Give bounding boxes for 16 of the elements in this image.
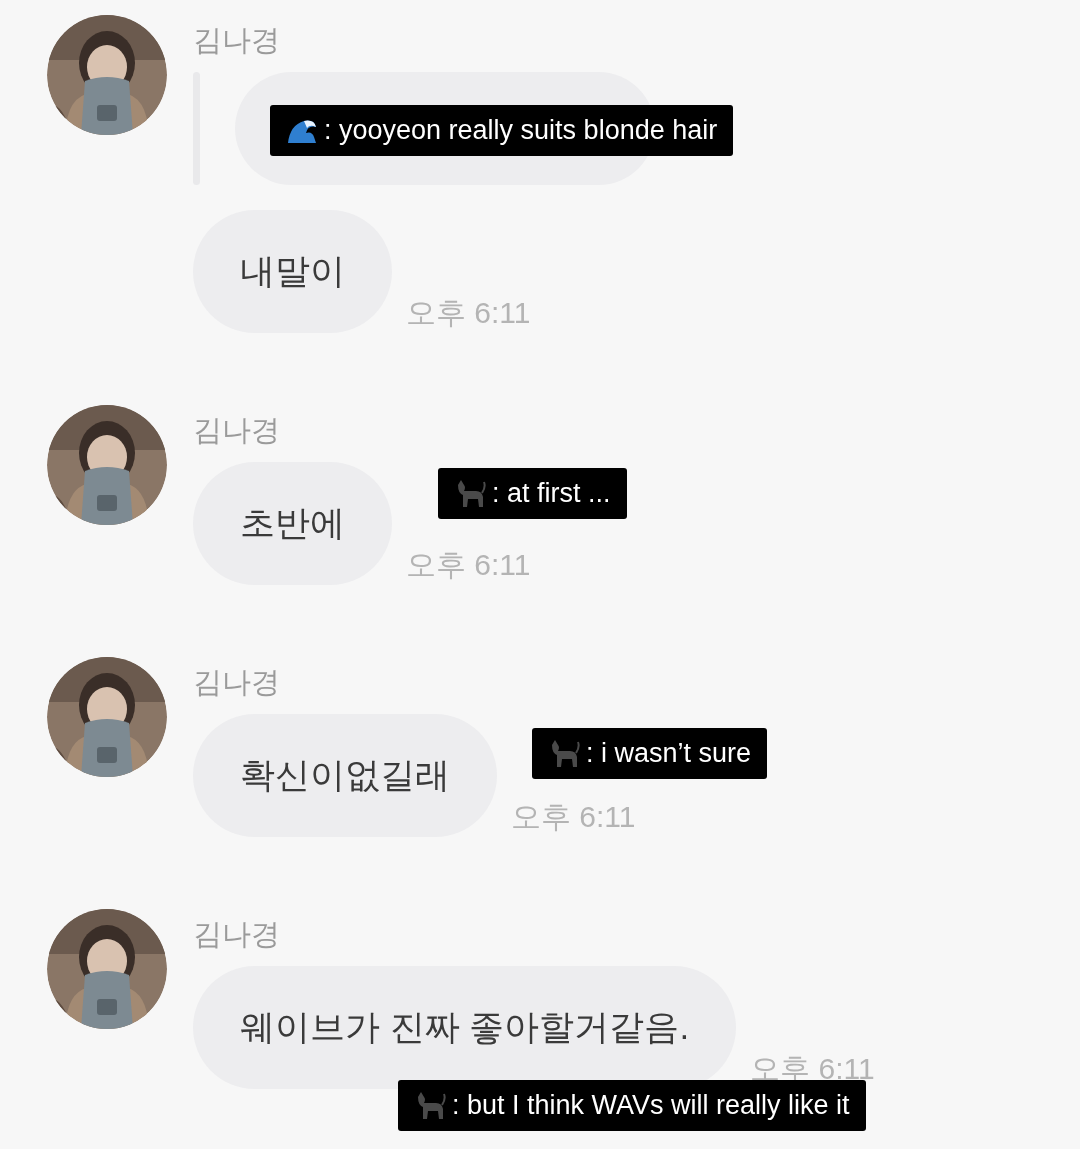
timestamp: 오후 6:11 [406,547,531,583]
timestamp: 오후 6:11 [406,295,531,331]
message-bubble: 초반에 [193,462,392,585]
caption-text: : but I think WAVs will really like it [452,1089,850,1123]
sender-name: 김나경 [193,414,280,446]
caption-text: : at first ... [492,477,611,511]
message-bubble: 내말이 [193,210,392,333]
message-bubble: 확신이없길래 [193,714,497,837]
sender-name: 김나경 [193,918,280,950]
sender-name: 김나경 [193,24,280,56]
timestamp: 오후 6:11 [511,799,636,835]
caption-text: : yooyeon really suits blonde hair [324,114,718,148]
sender-name: 김나경 [193,666,280,698]
message-bubble: 웨이브가 진짜 좋아할거같음. [193,966,737,1089]
timestamp: 오후 6:11 [750,1051,875,1087]
caption-text: : i wasn’t sure [586,737,752,771]
